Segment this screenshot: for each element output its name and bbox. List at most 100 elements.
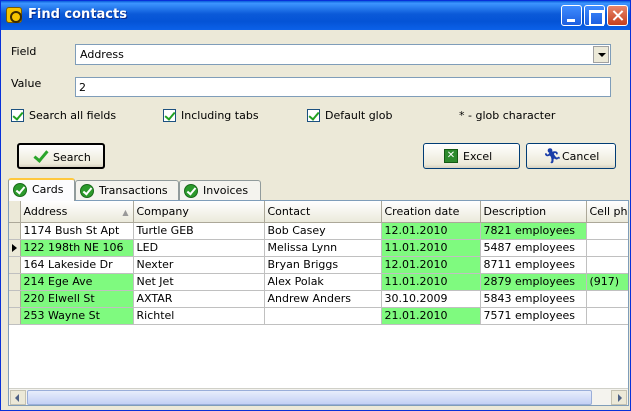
cell-creation-date[interactable]: 21.01.2010 [381, 307, 481, 325]
cell-address[interactable]: 122 198th NE 106 [20, 239, 134, 257]
results-grid[interactable]: Address ▲ Company Contact Creation date D… [8, 200, 629, 406]
checkbox-checked-icon[interactable] [11, 109, 24, 122]
table-row[interactable]: 220 Elwell St AXTAR Andrew Anders 30.10.200… [9, 290, 628, 308]
chevron-down-icon[interactable] [593, 46, 609, 63]
excel-icon: ✕ [444, 149, 458, 163]
scrollbar-thumb[interactable] [27, 390, 592, 405]
cell-description[interactable]: 5487 employees [480, 239, 587, 257]
cell-company[interactable]: LED [133, 239, 265, 257]
find-contacts-window: Find contacts Field Address Value Search… [0, 0, 631, 411]
cell-creation-date[interactable]: 11.01.2010 [381, 239, 481, 257]
sort-ascending-icon: ▲ [122, 208, 129, 217]
running-man-icon: 🏃︎ [543, 147, 563, 165]
column-header-address-label: Address [23, 204, 68, 218]
row-indicator[interactable] [9, 239, 21, 257]
column-header-cell-phone[interactable]: Cell ph [586, 201, 628, 223]
app-icon [6, 7, 22, 23]
cell-contact[interactable]: Alex Polak [264, 273, 382, 291]
cell-company[interactable]: Nexter [133, 256, 265, 274]
cell-address[interactable]: 253 Wayne St [20, 307, 134, 325]
check-icon [33, 149, 47, 163]
cell-cell-phone[interactable] [586, 256, 628, 274]
cell-description[interactable]: 7571 employees [480, 307, 587, 325]
cell-cell-phone[interactable]: (917) [586, 273, 628, 291]
cell-company[interactable]: AXTAR [133, 290, 265, 308]
cell-contact[interactable]: Bob Casey [264, 222, 382, 240]
search-button[interactable]: Search [17, 143, 105, 169]
field-select[interactable]: Address [75, 44, 611, 65]
field-label: Field [11, 45, 37, 58]
cell-description[interactable]: 7821 employees [480, 222, 587, 240]
table-row[interactable]: 253 Wayne St Richtel 21.01.2010 7571 employ… [9, 307, 628, 325]
current-row-pointer-icon [12, 243, 17, 252]
checkbox-checked-icon[interactable] [307, 109, 320, 122]
cell-cell-phone[interactable] [586, 239, 628, 257]
cell-description[interactable]: 5843 employees [480, 290, 587, 308]
cell-cell-phone[interactable] [586, 290, 628, 308]
table-row[interactable]: 214 Ege Ave Net Jet Alex Polak 11.01.2010 28… [9, 273, 628, 291]
scroll-left-icon[interactable] [10, 390, 26, 405]
field-select-value: Address [80, 48, 124, 61]
horizontal-scrollbar[interactable] [9, 388, 628, 405]
tab-transactions[interactable]: Transactions [75, 180, 179, 200]
results-table: Address ▲ Company Contact Creation date D… [9, 201, 628, 325]
maximize-button[interactable] [584, 5, 605, 26]
tab-transactions-label: Transactions [99, 184, 168, 197]
tab-invoices-label: Invoices [203, 184, 249, 197]
title-bar[interactable]: Find contacts [1, 1, 630, 30]
cell-address[interactable]: 220 Elwell St [20, 290, 134, 308]
row-indicator[interactable] [9, 290, 21, 308]
tab-invoices[interactable]: Invoices [179, 180, 261, 200]
cancel-button[interactable]: 🏃︎ Cancel [526, 143, 616, 169]
excel-button[interactable]: ✕ Excel [423, 143, 520, 169]
column-header-address[interactable]: Address ▲ [20, 201, 134, 223]
column-header-contact[interactable]: Contact [264, 201, 382, 223]
window-title: Find contacts [28, 7, 127, 22]
minimize-button[interactable] [561, 5, 582, 26]
column-header-company[interactable]: Company [133, 201, 265, 223]
check-circle-icon [13, 183, 27, 197]
tab-cards-label: Cards [32, 183, 64, 196]
cell-contact[interactable]: Bryan Briggs [264, 256, 382, 274]
cell-creation-date[interactable]: 12.01.2010 [381, 222, 481, 240]
column-header-creation-date[interactable]: Creation date [381, 201, 481, 223]
cell-company[interactable]: Turtle GEB [133, 222, 265, 240]
table-row[interactable]: 122 198th NE 106 LED Melissa Lynn 11.01.201… [9, 239, 628, 257]
cell-address[interactable]: 1174 Bush St Apt [20, 222, 134, 240]
cell-company[interactable]: Net Jet [133, 273, 265, 291]
cancel-button-label: Cancel [562, 150, 600, 163]
cell-company[interactable]: Richtel [133, 307, 265, 325]
check-circle-icon [80, 184, 94, 198]
value-input[interactable] [75, 77, 611, 97]
row-indicator[interactable] [9, 222, 21, 240]
glob-hint: * - glob character [459, 109, 556, 122]
cell-creation-date[interactable]: 30.10.2009 [381, 290, 481, 308]
search-button-label: Search [53, 151, 91, 164]
value-label: Value [11, 77, 42, 90]
row-indicator-header [9, 201, 21, 223]
including-tabs-label: Including tabs [181, 109, 259, 122]
cell-address[interactable]: 164 Lakeside Dr [20, 256, 134, 274]
header-row: Address ▲ Company Contact Creation date D… [9, 201, 628, 223]
cell-cell-phone[interactable] [586, 222, 628, 240]
row-indicator[interactable] [9, 256, 21, 274]
cell-cell-phone[interactable] [586, 307, 628, 325]
checkbox-checked-icon[interactable] [163, 109, 176, 122]
row-indicator[interactable] [9, 307, 21, 325]
cell-creation-date[interactable]: 12.01.2010 [381, 256, 481, 274]
row-indicator[interactable] [9, 273, 21, 291]
default-glob-label: Default glob [325, 109, 393, 122]
cell-contact[interactable] [264, 307, 382, 325]
cell-description[interactable]: 8711 employees [480, 256, 587, 274]
scroll-right-icon[interactable] [611, 390, 627, 405]
cell-contact[interactable]: Andrew Anders [264, 290, 382, 308]
cell-creation-date[interactable]: 11.01.2010 [381, 273, 481, 291]
column-header-description[interactable]: Description [480, 201, 587, 223]
cell-contact[interactable]: Melissa Lynn [264, 239, 382, 257]
tab-cards[interactable]: Cards [8, 178, 75, 201]
cell-description[interactable]: 2879 employees [480, 273, 587, 291]
table-row[interactable]: 1174 Bush St Apt Turtle GEB Bob Casey 12.01… [9, 222, 628, 240]
table-row[interactable]: 164 Lakeside Dr Nexter Bryan Briggs 12.01.2… [9, 256, 628, 274]
cell-address[interactable]: 214 Ege Ave [20, 273, 134, 291]
close-button[interactable] [607, 5, 628, 26]
